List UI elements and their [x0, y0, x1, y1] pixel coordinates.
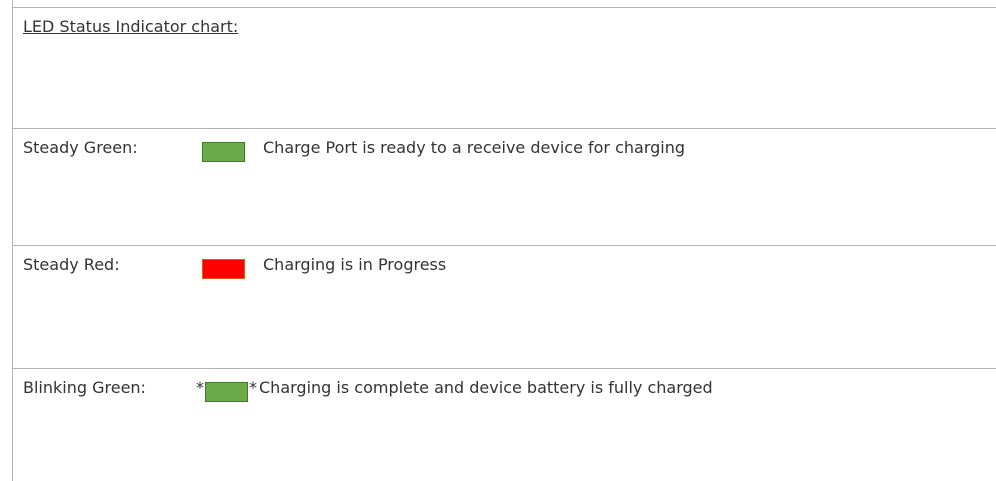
status-label: Blinking Green: — [23, 378, 146, 397]
blinking-green-led-swatch — [205, 382, 248, 402]
status-label: Steady Green: — [23, 138, 138, 157]
status-description: Charging is in Progress — [263, 255, 447, 274]
chart-title: LED Status Indicator chart: — [23, 17, 239, 36]
blink-star-after: * — [249, 378, 257, 397]
status-description: Charge Port is ready to a receive device… — [263, 138, 686, 157]
blink-star-before: * — [196, 378, 204, 397]
status-row-steady-green: Steady Green: Charge Port is ready to a … — [13, 128, 996, 245]
status-label: Steady Red: — [23, 255, 120, 274]
red-led-swatch — [202, 259, 245, 279]
status-description: Charging is complete and device battery … — [259, 378, 713, 397]
title-row: LED Status Indicator chart: — [13, 7, 996, 128]
led-status-table: LED Status Indicator chart: Steady Green… — [12, 0, 996, 481]
status-row-blinking-green: Blinking Green: * * Charging is complete… — [13, 368, 996, 481]
green-led-swatch — [202, 142, 245, 162]
status-row-steady-red: Steady Red: Charging is in Progress — [13, 245, 996, 368]
